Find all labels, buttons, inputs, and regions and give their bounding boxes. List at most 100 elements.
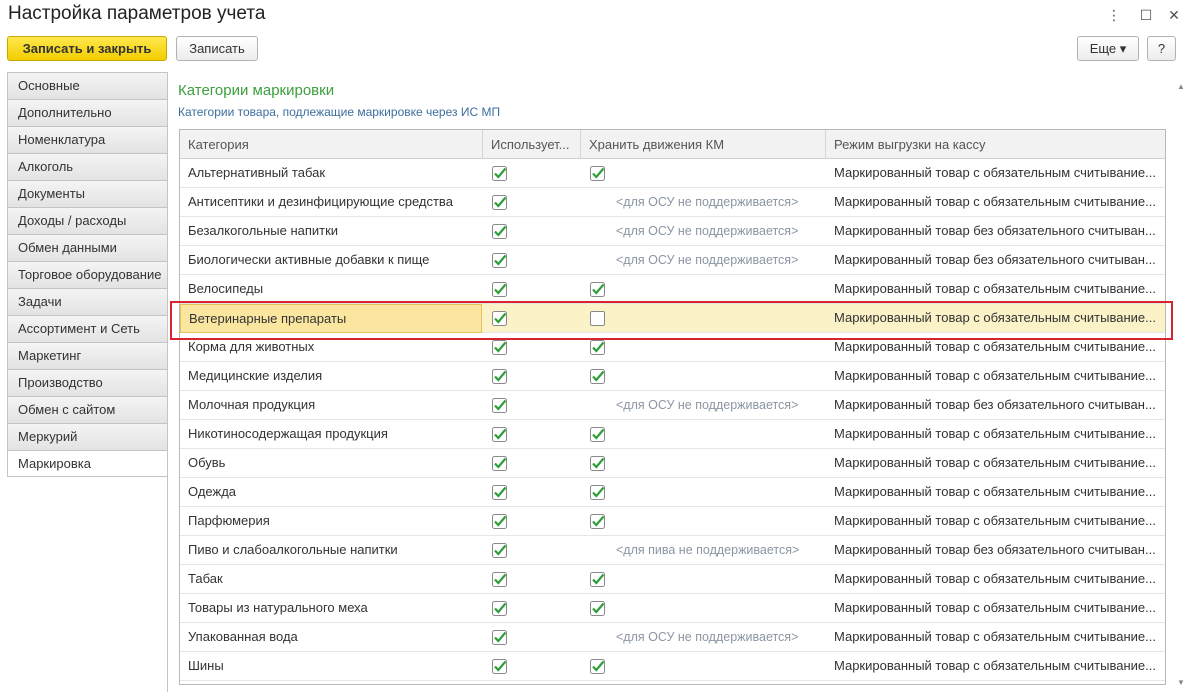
store-km-checkbox-checked-icon[interactable] bbox=[590, 485, 605, 500]
uses-checkbox-checked-icon[interactable] bbox=[492, 311, 507, 326]
export-mode-cell[interactable]: Маркированный товар с обязательным считы… bbox=[826, 652, 1162, 681]
uses-checkbox-checked-icon[interactable] bbox=[492, 398, 507, 413]
table-row[interactable]: Упакованная вода <для ОСУ не поддерживает… bbox=[180, 623, 1165, 652]
export-mode-cell[interactable]: Маркированный товар без обязательного сч… bbox=[826, 246, 1162, 275]
scroll-down-icon[interactable]: ▼ bbox=[1177, 678, 1185, 687]
uses-checkbox-checked-icon[interactable] bbox=[492, 427, 507, 442]
export-mode-cell[interactable]: Маркированный товар без обязательного сч… bbox=[826, 391, 1162, 420]
table-row[interactable]: Антисептики и дезинфицирующие средства <д… bbox=[180, 188, 1165, 217]
category-cell[interactable]: Пиво и слабоалкогольные напитки bbox=[180, 536, 483, 565]
maximize-icon[interactable]: ☐ bbox=[1136, 5, 1156, 25]
export-mode-cell[interactable]: Маркированный товар с обязательным считы… bbox=[826, 420, 1162, 449]
sidebar-item[interactable]: Дополнительно bbox=[7, 99, 168, 126]
uses-checkbox-checked-icon[interactable] bbox=[492, 282, 507, 297]
export-mode-cell[interactable]: Маркированный товар без обязательного сч… bbox=[826, 536, 1162, 565]
header-store-km[interactable]: Хранить движения КМ bbox=[581, 130, 826, 159]
uses-checkbox-checked-icon[interactable] bbox=[492, 253, 507, 268]
export-mode-cell[interactable]: Маркированный товар с обязательным считы… bbox=[826, 304, 1162, 333]
category-cell[interactable]: Антисептики и дезинфицирующие средства bbox=[180, 188, 483, 217]
uses-checkbox-checked-icon[interactable] bbox=[492, 369, 507, 384]
export-mode-cell[interactable]: Маркированный товар без обязательного сч… bbox=[826, 217, 1162, 246]
category-cell[interactable]: Альтернативный табак bbox=[180, 159, 483, 188]
uses-checkbox-checked-icon[interactable] bbox=[492, 340, 507, 355]
uses-checkbox-checked-icon[interactable] bbox=[492, 572, 507, 587]
export-mode-cell[interactable]: Маркированный товар с обязательным считы… bbox=[826, 362, 1162, 391]
category-cell[interactable]: Упакованная вода bbox=[180, 623, 483, 652]
uses-checkbox-checked-icon[interactable] bbox=[492, 630, 507, 645]
uses-checkbox-checked-icon[interactable] bbox=[492, 659, 507, 674]
table-row[interactable]: Парфюмерия Маркированный товар с обязател… bbox=[180, 507, 1165, 536]
save-and-close-button[interactable]: Записать и закрыть bbox=[7, 36, 167, 61]
vertical-scrollbar[interactable]: ▲ ▼ bbox=[1176, 82, 1186, 688]
export-mode-cell[interactable]: Маркированный товар с обязательным считы… bbox=[826, 275, 1162, 304]
category-cell[interactable]: Биологически активные добавки к пище bbox=[180, 246, 483, 275]
store-km-checkbox-checked-icon[interactable] bbox=[590, 456, 605, 471]
category-cell[interactable]: Шины bbox=[180, 652, 483, 681]
export-mode-cell[interactable]: Маркированный товар с обязательным считы… bbox=[826, 507, 1162, 536]
export-mode-cell[interactable]: Маркированный товар с обязательным считы… bbox=[826, 188, 1162, 217]
category-cell[interactable]: Велосипеды bbox=[180, 275, 483, 304]
sidebar-item[interactable]: Задачи bbox=[7, 288, 168, 315]
table-row[interactable]: Пиво и слабоалкогольные напитки <для пива… bbox=[180, 536, 1165, 565]
more-button[interactable]: Еще ▾ bbox=[1077, 36, 1139, 61]
uses-checkbox-checked-icon[interactable] bbox=[492, 543, 507, 558]
store-km-checkbox-unchecked[interactable] bbox=[590, 311, 605, 326]
table-row[interactable]: Альтернативный табак Маркированный товар … bbox=[180, 159, 1165, 188]
category-cell[interactable]: Молочная продукция bbox=[180, 391, 483, 420]
store-km-checkbox-checked-icon[interactable] bbox=[590, 427, 605, 442]
category-cell[interactable]: Одежда bbox=[180, 478, 483, 507]
export-mode-cell[interactable]: Маркированный товар с обязательным считы… bbox=[826, 565, 1162, 594]
store-km-checkbox-checked-icon[interactable] bbox=[590, 514, 605, 529]
uses-checkbox-checked-icon[interactable] bbox=[492, 514, 507, 529]
help-button[interactable]: ? bbox=[1147, 36, 1176, 61]
header-export-mode[interactable]: Режим выгрузки на кассу bbox=[826, 130, 1165, 159]
sidebar-item[interactable]: Обмен с сайтом bbox=[7, 396, 168, 423]
sidebar-item[interactable]: Обмен данными bbox=[7, 234, 168, 261]
header-uses[interactable]: Использует... bbox=[483, 130, 581, 159]
uses-checkbox-checked-icon[interactable] bbox=[492, 224, 507, 239]
store-km-checkbox-checked-icon[interactable] bbox=[590, 369, 605, 384]
category-cell[interactable]: Обувь bbox=[180, 449, 483, 478]
sidebar-item[interactable]: Документы bbox=[7, 180, 168, 207]
sidebar-item[interactable]: Алкоголь bbox=[7, 153, 168, 180]
export-mode-cell[interactable]: Маркированный товар с обязательным считы… bbox=[826, 478, 1162, 507]
table-row[interactable]: Медицинские изделия Маркированный товар с… bbox=[180, 362, 1165, 391]
sidebar-item[interactable]: Торговое оборудование bbox=[7, 261, 168, 288]
uses-checkbox-checked-icon[interactable] bbox=[492, 485, 507, 500]
sidebar-item[interactable]: Основные bbox=[7, 72, 168, 99]
scroll-up-icon[interactable]: ▲ bbox=[1177, 82, 1185, 91]
store-km-checkbox-checked-icon[interactable] bbox=[590, 166, 605, 181]
category-cell[interactable]: Товары из натурального меха bbox=[180, 594, 483, 623]
uses-checkbox-checked-icon[interactable] bbox=[492, 166, 507, 181]
table-row[interactable]: Безалкогольные напитки <для ОСУ не поддер… bbox=[180, 217, 1165, 246]
sidebar-item[interactable]: Маркировка bbox=[7, 450, 168, 477]
more-actions-icon[interactable]: ⋮ bbox=[1104, 5, 1124, 25]
table-row[interactable]: Одежда Маркированный товар с обязательным… bbox=[180, 478, 1165, 507]
header-category[interactable]: Категория bbox=[180, 130, 483, 159]
sidebar-item[interactable]: Меркурий bbox=[7, 423, 168, 450]
export-mode-cell[interactable]: Маркированный товар с обязательным считы… bbox=[826, 594, 1162, 623]
export-mode-cell[interactable]: Маркированный товар с обязательным считы… bbox=[826, 623, 1162, 652]
save-button[interactable]: Записать bbox=[176, 36, 258, 61]
close-icon[interactable]: ✕ bbox=[1164, 5, 1184, 25]
sidebar-item[interactable]: Маркетинг bbox=[7, 342, 168, 369]
table-row[interactable]: Биологически активные добавки к пище <для… bbox=[180, 246, 1165, 275]
table-row[interactable]: Никотиносодержащая продукция Маркированны… bbox=[180, 420, 1165, 449]
sidebar-item[interactable]: Номенклатура bbox=[7, 126, 168, 153]
table-row[interactable]: Корма для животных Маркированный товар с … bbox=[180, 333, 1165, 362]
store-km-checkbox-checked-icon[interactable] bbox=[590, 601, 605, 616]
sidebar-item[interactable]: Производство bbox=[7, 369, 168, 396]
uses-checkbox-checked-icon[interactable] bbox=[492, 195, 507, 210]
store-km-checkbox-checked-icon[interactable] bbox=[590, 659, 605, 674]
table-row[interactable]: Табак Маркированный товар с обязательным … bbox=[180, 565, 1165, 594]
export-mode-cell[interactable]: Маркированный товар с обязательным считы… bbox=[826, 449, 1162, 478]
category-cell[interactable]: Табак bbox=[180, 565, 483, 594]
table-row[interactable]: Велосипеды Маркированный товар с обязател… bbox=[180, 275, 1165, 304]
table-row[interactable]: Шины Маркированный товар с обязательным с… bbox=[180, 652, 1165, 681]
table-row[interactable]: Товары из натурального меха Маркированный… bbox=[180, 594, 1165, 623]
store-km-checkbox-checked-icon[interactable] bbox=[590, 572, 605, 587]
category-cell[interactable]: Никотиносодержащая продукция bbox=[180, 420, 483, 449]
export-mode-cell[interactable]: Маркированный товар с обязательным считы… bbox=[826, 159, 1162, 188]
table-row[interactable]: Обувь Маркированный товар с обязательным … bbox=[180, 449, 1165, 478]
category-cell[interactable]: Парфюмерия bbox=[180, 507, 483, 536]
